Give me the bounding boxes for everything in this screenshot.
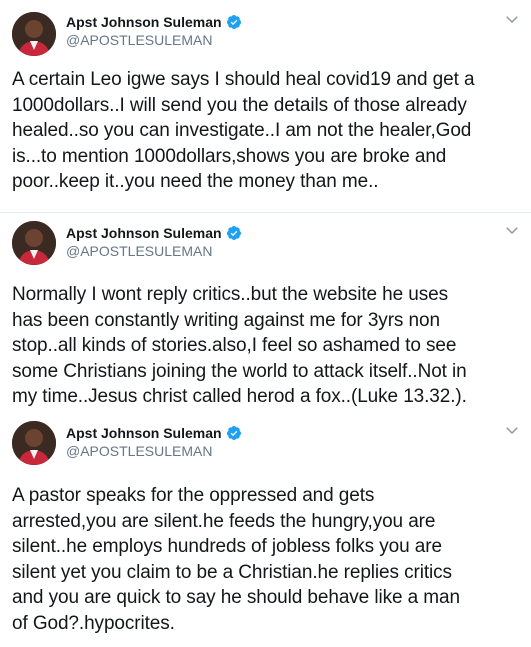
author-handle[interactable]: @APOSTLESULEMAN [66, 32, 212, 48]
avatar[interactable] [12, 12, 56, 56]
author-name[interactable]: Apst Johnson Suleman [66, 425, 222, 441]
author-name[interactable]: Apst Johnson Suleman [66, 225, 222, 241]
tweet-text: A certain Leo igwe says I should heal co… [12, 69, 475, 192]
author-row: Apst Johnson Suleman [66, 423, 242, 443]
author-handle[interactable]: @APOSTLESULEMAN [66, 443, 212, 459]
tweet-3[interactable]: Apst Johnson Suleman @APOSTLESULEMAN A p… [0, 415, 531, 647]
chevron-down-icon[interactable] [503, 421, 521, 439]
author-row: Apst Johnson Suleman [66, 12, 242, 32]
tweet-2[interactable]: Apst Johnson Suleman @APOSTLESULEMAN Nor… [0, 213, 531, 413]
chevron-down-icon[interactable] [503, 10, 521, 28]
tweet-text: Normally I wont reply critics..but the w… [12, 284, 467, 407]
avatar[interactable] [12, 221, 56, 265]
author-name[interactable]: Apst Johnson Suleman [66, 14, 222, 30]
tweet-text: A pastor speaks for the oppressed and ge… [12, 485, 460, 634]
verified-badge-icon [226, 426, 241, 440]
verified-badge-icon [226, 15, 241, 29]
avatar[interactable] [12, 421, 56, 465]
author-row: Apst Johnson Suleman [66, 223, 242, 243]
verified-badge-icon [226, 226, 241, 240]
tweet-1[interactable]: Apst Johnson Suleman @APOSTLESULEMAN A c… [0, 0, 531, 212]
chevron-down-icon[interactable] [503, 221, 521, 239]
author-handle[interactable]: @APOSTLESULEMAN [66, 243, 212, 259]
